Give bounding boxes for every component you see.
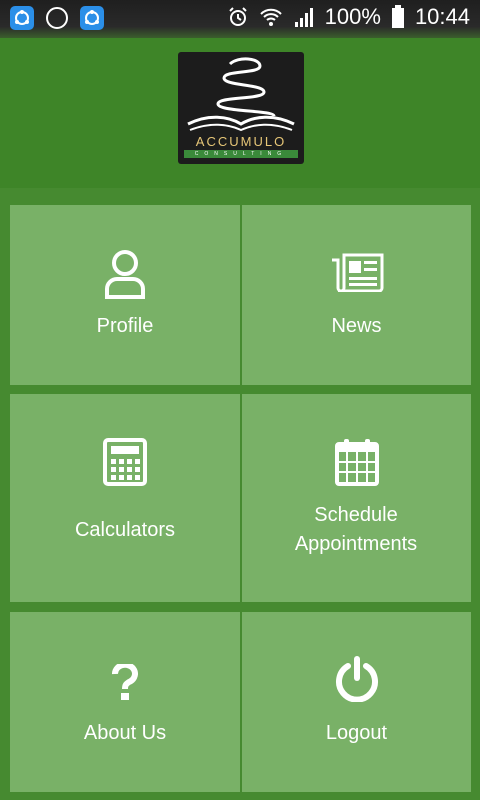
status-bar: 100% 10:44 [0, 0, 480, 38]
signal-icon [294, 8, 313, 27]
tile-schedule-appointments[interactable]: Schedule Appointments [242, 394, 471, 602]
clock: 10:44 [414, 4, 470, 29]
tile-news[interactable]: News [242, 205, 471, 385]
logo-subtitle: CONSULTING [184, 150, 298, 158]
accumulo-logo: ACCUMULO CONSULTING [178, 52, 304, 164]
header: ACCUMULO CONSULTING [0, 38, 480, 188]
tile-about-us[interactable]: About Us [10, 612, 240, 792]
tile-label: Calculators [74, 519, 176, 541]
whatsapp-icon [46, 7, 68, 29]
person-icon [105, 250, 145, 299]
tile-profile[interactable]: Profile [10, 205, 240, 385]
tile-label: Schedule Appointments [294, 504, 418, 555]
battery-percent: 100% [324, 4, 381, 29]
tile-label: Logout [325, 722, 388, 744]
newspaper-icon [331, 253, 383, 292]
tile-label: Profile [96, 315, 154, 337]
tile-label: News [331, 315, 382, 337]
battery-icon [391, 5, 404, 28]
calendar-icon [334, 439, 379, 486]
system-icons: 100% 10:44 [227, 4, 470, 30]
tile-calculators[interactable]: Calculators [10, 394, 240, 602]
shareit-icon [10, 6, 34, 30]
alarm-icon [228, 7, 247, 26]
book-swirl-icon [187, 57, 295, 132]
tile-label: About Us [83, 722, 167, 744]
question-icon [112, 664, 138, 700]
shareit-icon-2 [80, 6, 104, 30]
calculator-icon [103, 438, 147, 486]
wifi-icon [259, 8, 282, 26]
notification-icons [10, 6, 104, 30]
logo-wordmark: ACCUMULO [195, 134, 287, 149]
power-icon [335, 656, 378, 702]
tile-logout[interactable]: Logout [242, 612, 471, 792]
